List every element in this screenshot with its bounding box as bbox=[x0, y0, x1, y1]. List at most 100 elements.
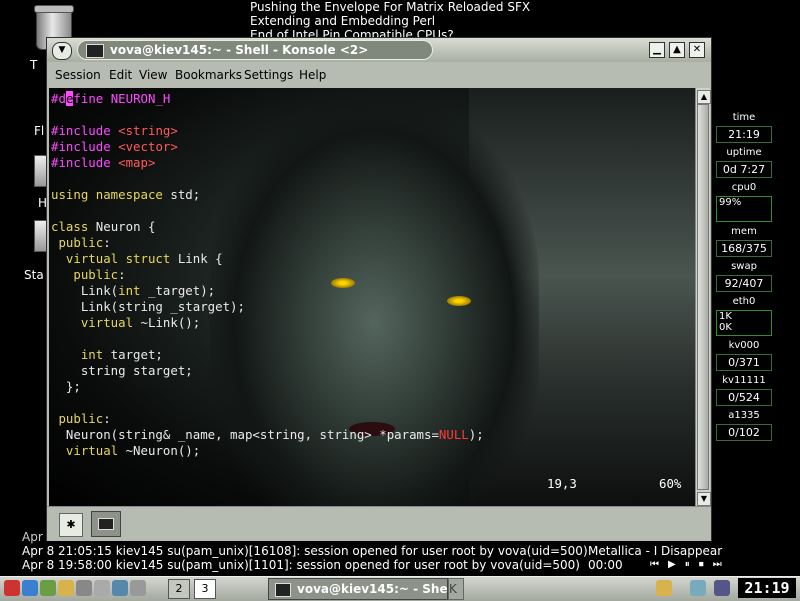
pager-desktop-3[interactable]: 3 bbox=[194, 579, 216, 599]
now-playing-time: 00:00 bbox=[588, 558, 623, 572]
cpu-graph[interactable]: 99% bbox=[716, 196, 772, 222]
code-line: public: bbox=[51, 411, 111, 426]
news-item[interactable]: Pushing the Envelope For Matrix Reloaded… bbox=[250, 0, 530, 14]
system-monitor: time 21:19 uptime 0d 7:27 cpu0 99% mem 1… bbox=[716, 112, 772, 445]
now-playing-track: Metallica - I Disappear bbox=[588, 544, 723, 558]
a1335-value: 0/102 bbox=[716, 424, 772, 441]
konsole-window: ▼ vova@kiev145:~ - Shell - Konsole <2> ▁… bbox=[46, 37, 712, 541]
home-icon[interactable] bbox=[40, 580, 56, 596]
code-line: Link(string _starget); bbox=[51, 299, 245, 314]
taskbar: 2 3 vova@kiev145:~ - Shell - Konsole K 2… bbox=[0, 576, 800, 601]
uptime-label: uptime bbox=[726, 147, 762, 158]
kv000-value: 0/371 bbox=[716, 354, 772, 371]
code-line: #define NEURON_H bbox=[51, 91, 171, 106]
terminal-icon bbox=[275, 582, 291, 597]
window-menu-icon[interactable]: ▼ bbox=[52, 42, 72, 60]
menu-bookmarks[interactable]: Bookmarks bbox=[175, 68, 242, 82]
code-line: string starget; bbox=[51, 363, 193, 378]
terminal-icon bbox=[86, 44, 104, 58]
code-line: Neuron(string& _name, map<string, string… bbox=[51, 427, 484, 442]
scroll-up-icon[interactable]: ▲ bbox=[697, 90, 711, 104]
taskbar-task-konsole[interactable]: vova@kiev145:~ - Shell - Konsole bbox=[268, 578, 448, 600]
terminal-area[interactable]: #define NEURON_H #include <string> #includ… bbox=[49, 88, 695, 506]
time-label: time bbox=[732, 112, 756, 123]
title-bar[interactable]: ▼ vova@kiev145:~ - Shell - Konsole <2> ▁… bbox=[47, 38, 711, 62]
tray-icon[interactable] bbox=[714, 580, 730, 596]
taskbar-task-other[interactable]: K bbox=[448, 578, 464, 600]
eth-graph[interactable]: 1K 0K bbox=[716, 310, 772, 336]
window-list-icon[interactable] bbox=[130, 580, 146, 596]
terminal-launcher-icon[interactable] bbox=[76, 580, 92, 596]
settings-icon[interactable] bbox=[94, 580, 110, 596]
news-ticker: Pushing the Envelope For Matrix Reloaded… bbox=[250, 0, 530, 42]
code-line: #include <map> bbox=[51, 155, 156, 170]
menu-help[interactable]: Help bbox=[299, 68, 326, 82]
volume-icon[interactable] bbox=[690, 580, 706, 596]
time-value: 21:19 bbox=[716, 126, 772, 143]
menu-session[interactable]: Session bbox=[55, 68, 101, 82]
code-line: virtual struct Link { bbox=[51, 251, 223, 266]
vertical-scrollbar[interactable]: ▲ ▼ bbox=[695, 88, 711, 506]
swap-value: 92/407 bbox=[716, 275, 772, 292]
code-line: class Neuron { bbox=[51, 219, 156, 234]
code-line: virtual ~Neuron(); bbox=[51, 443, 201, 458]
minimize-button[interactable]: ▁ bbox=[649, 42, 665, 58]
code-line: #include <string> bbox=[51, 123, 178, 138]
cpu-value: 99% bbox=[719, 197, 742, 208]
news-item[interactable]: Extending and Embedding Perl bbox=[250, 14, 530, 28]
help-icon[interactable] bbox=[58, 580, 74, 596]
taskbar-clock: 21:19 bbox=[738, 578, 796, 598]
swap-label: swap bbox=[731, 261, 757, 272]
desktop-label-start: Sta bbox=[24, 268, 44, 282]
new-session-icon[interactable]: ✱ bbox=[59, 513, 83, 537]
pager-desktop-2[interactable]: 2 bbox=[168, 579, 190, 599]
cursor-position: 19,3 bbox=[547, 476, 577, 491]
code-line: using namespace std; bbox=[51, 187, 201, 202]
menu-edit[interactable]: Edit bbox=[109, 68, 132, 82]
session-tab-shell[interactable] bbox=[91, 511, 121, 537]
mem-label: mem bbox=[731, 226, 757, 237]
scroll-thumb[interactable] bbox=[697, 104, 709, 490]
scroll-down-icon[interactable]: ▼ bbox=[697, 492, 711, 506]
cpu-label: cpu0 bbox=[731, 182, 757, 193]
code-line: int target; bbox=[51, 347, 163, 362]
log-viewer: Apr 8 21:05:15 kiev145 su(pam_unix)[1610… bbox=[22, 544, 588, 572]
code-line: #include <vector> bbox=[51, 139, 178, 154]
browser-icon[interactable] bbox=[22, 580, 38, 596]
kv11111-label: kv11111 bbox=[722, 375, 766, 386]
a1335-label: a1335 bbox=[728, 410, 760, 421]
kv000-label: kv000 bbox=[728, 340, 760, 351]
code-line: public: bbox=[51, 267, 126, 282]
network-icon[interactable] bbox=[112, 580, 128, 596]
mem-value: 168/375 bbox=[716, 240, 772, 257]
log-line-partial: Apr bbox=[22, 530, 43, 544]
scroll-percent: 60% bbox=[659, 476, 682, 491]
log-line: Apr 8 21:05:15 kiev145 su(pam_unix)[1610… bbox=[22, 544, 588, 558]
eth-in: 1K bbox=[719, 311, 732, 322]
menu-settings[interactable]: Settings bbox=[244, 68, 293, 82]
window-title: vova@kiev145:~ - Shell - Konsole <2> bbox=[110, 43, 369, 57]
media-controls[interactable]: ⏮▶⏸⏹⏭ bbox=[650, 559, 731, 570]
code-line: Link(int _target); bbox=[51, 283, 216, 298]
code-line: }; bbox=[51, 379, 81, 394]
uptime-value: 0d 7:27 bbox=[716, 161, 772, 178]
kde-menu-icon[interactable] bbox=[4, 580, 20, 596]
title-pill[interactable]: vova@kiev145:~ - Shell - Konsole <2> bbox=[77, 40, 433, 60]
log-line: Apr 8 19:58:00 kiev145 su(pam_unix)[1101… bbox=[22, 558, 580, 572]
code-buffer: #define NEURON_H #include <string> #includ… bbox=[51, 91, 484, 459]
task-label: vova@kiev145:~ - Shell - Konsole bbox=[297, 582, 448, 596]
kv11111-value: 0/524 bbox=[716, 389, 772, 406]
menu-bar: Session Edit View Bookmarks Settings Hel… bbox=[47, 63, 711, 85]
maximize-button[interactable]: ▲ bbox=[669, 42, 685, 58]
klipper-icon[interactable] bbox=[656, 580, 672, 596]
session-tab-bar: ✱ bbox=[47, 506, 711, 541]
close-button[interactable]: ✕ bbox=[689, 42, 705, 58]
code-line: public: bbox=[51, 235, 111, 250]
eth-out: 0K bbox=[719, 322, 732, 333]
menu-view[interactable]: View bbox=[139, 68, 167, 82]
